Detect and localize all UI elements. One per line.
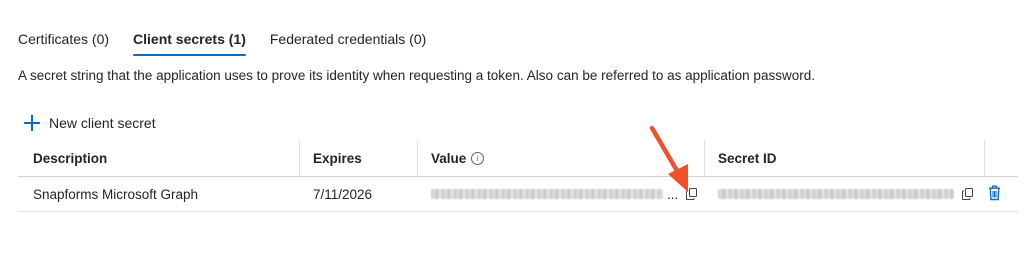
- secret-description: Snapforms Microsoft Graph: [33, 186, 199, 202]
- column-divider[interactable]: [417, 140, 418, 176]
- info-icon[interactable]: i: [471, 151, 485, 165]
- column-header-secret-id[interactable]: Secret ID: [718, 140, 777, 176]
- tab-bar: Certificates (0) Client secrets (1) Fede…: [18, 30, 450, 58]
- trash-icon[interactable]: [988, 185, 1001, 204]
- copy-icon[interactable]: [962, 188, 974, 200]
- value-header-label: Value: [431, 150, 467, 166]
- new-client-secret-button[interactable]: New client secret: [24, 115, 156, 131]
- redacted-value: [431, 189, 663, 199]
- tab-client-secrets[interactable]: Client secrets (1): [133, 30, 246, 56]
- column-divider[interactable]: [704, 140, 705, 176]
- arrow-annotation: [649, 125, 688, 192]
- secret-id: [718, 177, 954, 211]
- column-header-description[interactable]: Description: [33, 140, 107, 176]
- plus-icon: [24, 115, 40, 131]
- column-divider[interactable]: [299, 140, 300, 176]
- column-divider[interactable]: [984, 140, 985, 176]
- tab-federated-credentials[interactable]: Federated credentials (0): [270, 30, 426, 56]
- column-header-value[interactable]: Value i: [431, 140, 485, 176]
- table-header-row: Description Expires Value i Secret ID: [18, 140, 1018, 177]
- new-client-secret-label: New client secret: [49, 115, 156, 131]
- client-secrets-table: Description Expires Value i Secret ID Sn…: [18, 140, 1018, 212]
- tab-certificates[interactable]: Certificates (0): [18, 30, 109, 56]
- column-header-expires[interactable]: Expires: [313, 140, 362, 176]
- row-actions: [962, 177, 1001, 211]
- secret-expires: 7/11/2026: [313, 186, 373, 202]
- redacted-secret-id: [718, 189, 954, 199]
- section-description: A secret string that the application use…: [18, 68, 815, 83]
- table-row: Snapforms Microsoft Graph 7/11/2026 ...: [18, 177, 1018, 212]
